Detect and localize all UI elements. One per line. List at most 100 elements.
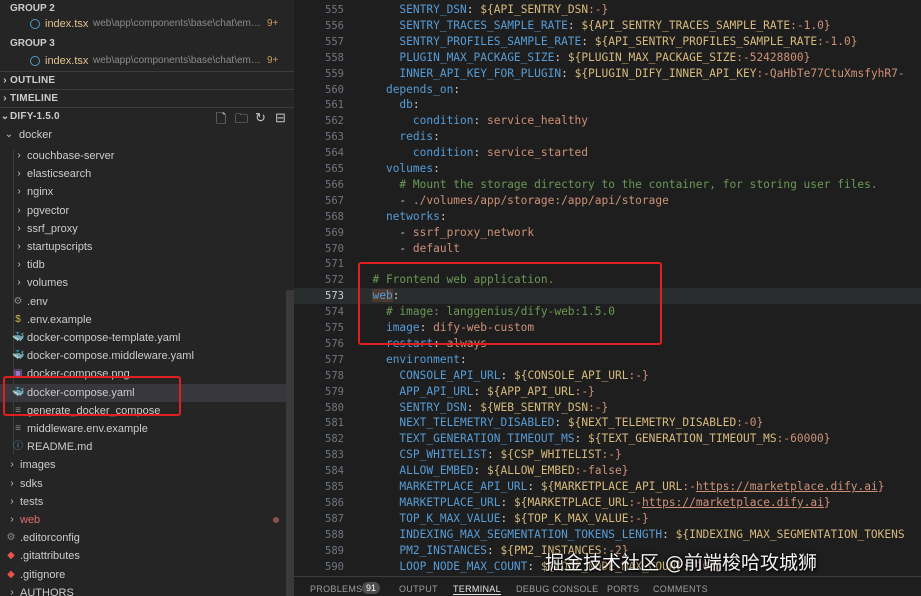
code-line[interactable]: 582 TEXT_GENERATION_TIMEOUT_MS: ${TEXT_G…: [294, 431, 921, 447]
code-line[interactable]: 584 ALLOW_EMBED: ${ALLOW_EMBED:-false}: [294, 463, 921, 479]
tree-item-label: pgvector: [27, 205, 70, 217]
code-line[interactable]: 577 environment:: [294, 352, 921, 368]
code-editor[interactable]: 555 SENTRY_DSN: ${API_SENTRY_DSN:-} 556 S…: [294, 0, 921, 576]
code-line[interactable]: 587 TOP_K_MAX_VALUE: ${TOP_K_MAX_VALUE:-…: [294, 511, 921, 527]
tree-file[interactable]: ⚙ .editorconfig: [0, 529, 294, 547]
tab-problems[interactable]: PROBLEMS: [310, 584, 362, 594]
code-line[interactable]: 566 # Mount the storage directory to the…: [294, 177, 921, 193]
section-project[interactable]: ⌄ DIFY-1.5.0: [0, 107, 294, 125]
explorer-sidebar: GROUP 2 index.tsx web\app\components\bas…: [0, 0, 294, 596]
tree-folder[interactable]: › AUTHORS: [0, 584, 294, 596]
problems-count-badge: 91: [362, 582, 381, 594]
gear-icon: ⚙: [13, 296, 23, 307]
code-text: volumes:: [385, 162, 440, 175]
code-line[interactable]: 573 web:: [294, 288, 921, 304]
code-line[interactable]: 563 redis:: [294, 129, 921, 145]
tree-folder[interactable]: › sdks: [0, 475, 294, 493]
tree-folder[interactable]: › ssrf_proxy: [0, 220, 294, 238]
code-line[interactable]: 557 SENTRY_PROFILES_SAMPLE_RATE: ${API_S…: [294, 34, 921, 50]
section-timeline[interactable]: › TIMELINE: [0, 89, 294, 107]
tree-folder[interactable]: › web: [0, 511, 294, 529]
code-line[interactable]: 580 SENTRY_DSN: ${WEB_SENTRY_DSN:-}: [294, 400, 921, 416]
tree-folder[interactable]: › pgvector: [0, 202, 294, 220]
code-line[interactable]: 555 SENTRY_DSN: ${API_SENTRY_DSN:-}: [294, 2, 921, 18]
code-line[interactable]: 572 # Frontend web application.: [294, 272, 921, 288]
docker-icon: 🐳: [12, 350, 25, 361]
line-number: 585: [325, 481, 344, 493]
code-text: - default: [359, 242, 461, 255]
tab-ports[interactable]: PORTS: [607, 584, 639, 594]
tree-folder[interactable]: › tests: [0, 493, 294, 511]
tab-output[interactable]: OUTPUT: [399, 584, 438, 594]
tree-item-label: couchbase-server: [27, 150, 115, 162]
tree-folder[interactable]: › elasticsearch: [0, 165, 294, 183]
tree-folder[interactable]: › startupscripts: [0, 238, 294, 256]
tree-file[interactable]: $ .env.example: [0, 311, 294, 329]
tree-folder[interactable]: › tidb: [0, 256, 294, 274]
code-line[interactable]: 560 depends_on:: [294, 82, 921, 98]
chevron-right-icon: ›: [17, 241, 21, 252]
line-number: 562: [325, 115, 344, 127]
refresh-icon[interactable]: ↻: [255, 110, 266, 126]
tree-item-label: .env: [27, 296, 48, 308]
code-line[interactable]: 564 condition: service_started: [294, 145, 921, 161]
tree-file[interactable]: ≡ generate_docker_compose: [0, 402, 294, 420]
code-line[interactable]: 585 MARKETPLACE_API_URL: ${MARKETPLACE_A…: [294, 479, 921, 495]
tree-folder[interactable]: › nginx: [0, 183, 294, 201]
open-editor-item[interactable]: index.tsx web\app\components\base\chat\e…: [0, 15, 294, 33]
tree-file[interactable]: 🐳 docker-compose-template.yaml: [0, 329, 294, 347]
open-editor-item[interactable]: index.tsx web\app\components\base\chat\e…: [0, 52, 294, 70]
tab-debug-console[interactable]: DEBUG CONSOLE: [516, 584, 598, 594]
line-number: 571: [325, 258, 344, 270]
code-line[interactable]: 575 image: dify-web-custom: [294, 320, 921, 336]
tree-file[interactable]: ◆ .gitignore: [0, 566, 294, 584]
tree-item-label: middleware.env.example: [27, 423, 148, 435]
code-line[interactable]: 565 volumes:: [294, 161, 921, 177]
tree-file[interactable]: ◆ .gitattributes: [0, 547, 294, 565]
tree-file[interactable]: ▣ docker-compose.png: [0, 365, 294, 383]
tree-item-label: docker-compose.png: [27, 368, 130, 380]
tree-file[interactable]: 🐳 docker-compose.yaml: [0, 384, 294, 402]
sidebar-scrollbar[interactable]: [286, 290, 294, 596]
tree-folder-docker[interactable]: ⌄ docker: [0, 126, 294, 144]
tab-terminal[interactable]: TERMINAL: [453, 584, 501, 595]
code-line[interactable]: 568 networks:: [294, 209, 921, 225]
code-line[interactable]: 579 APP_API_URL: ${APP_API_URL:-}: [294, 384, 921, 400]
tree-folder[interactable]: › images: [0, 456, 294, 474]
code-line[interactable]: 569 - ssrf_proxy_network: [294, 225, 921, 241]
line-number: 556: [325, 20, 344, 32]
chevron-right-icon: ›: [17, 205, 21, 216]
code-line[interactable]: 583 CSP_WHITELIST: ${CSP_WHITELIST:-}: [294, 447, 921, 463]
code-text: # Frontend web application.: [359, 273, 555, 286]
tree-file[interactable]: ≡ middleware.env.example: [0, 420, 294, 438]
section-outline[interactable]: › OUTLINE: [0, 71, 294, 89]
collapse-all-icon[interactable]: ⊟: [275, 110, 286, 126]
code-text: NEXT_TELEMETRY_DISABLED: ${NEXT_TELEMETR…: [399, 416, 764, 429]
tree-item-label: .editorconfig: [20, 532, 80, 544]
line-number: 584: [325, 465, 344, 477]
gear-icon: ⚙: [6, 532, 16, 543]
code-line[interactable]: 561 db:: [294, 97, 921, 113]
tree-item-label: startupscripts: [27, 241, 93, 253]
code-line[interactable]: 556 SENTRY_TRACES_SAMPLE_RATE: ${API_SEN…: [294, 18, 921, 34]
tree-file[interactable]: 🐳 docker-compose.middleware.yaml: [0, 347, 294, 365]
code-line[interactable]: 567 - ./volumes/app/storage:/app/api/sto…: [294, 193, 921, 209]
code-line[interactable]: 558 PLUGIN_MAX_PACKAGE_SIZE: ${PLUGIN_MA…: [294, 50, 921, 66]
code-line[interactable]: 578 CONSOLE_API_URL: ${CONSOLE_API_URL:-…: [294, 368, 921, 384]
code-line[interactable]: 576 restart: always: [294, 336, 921, 352]
chevron-right-icon: ›: [3, 75, 7, 86]
code-line[interactable]: 586 MARKETPLACE_URL: ${MARKETPLACE_URL:-…: [294, 495, 921, 511]
code-line[interactable]: 571: [294, 256, 921, 272]
tree-file[interactable]: ⚙ .env: [0, 293, 294, 311]
tab-comments[interactable]: COMMENTS: [653, 584, 708, 594]
code-line[interactable]: 559 INNER_API_KEY_FOR_PLUGIN: ${PLUGIN_D…: [294, 66, 921, 82]
code-line[interactable]: 581 NEXT_TELEMETRY_DISABLED: ${NEXT_TELE…: [294, 415, 921, 431]
code-line[interactable]: 562 condition: service_healthy: [294, 113, 921, 129]
tree-folder[interactable]: › volumes: [0, 274, 294, 292]
code-line[interactable]: 570 - default: [294, 241, 921, 257]
code-line[interactable]: 574 # image: langgenius/dify-web:1.5.0: [294, 304, 921, 320]
tree-file[interactable]: ⓘ README.md: [0, 438, 294, 456]
tree-folder[interactable]: › couchbase-server: [0, 147, 294, 165]
code-text: restart: always: [385, 337, 488, 350]
code-line[interactable]: 588 INDEXING_MAX_SEGMENTATION_TOKENS_LEN…: [294, 527, 921, 543]
